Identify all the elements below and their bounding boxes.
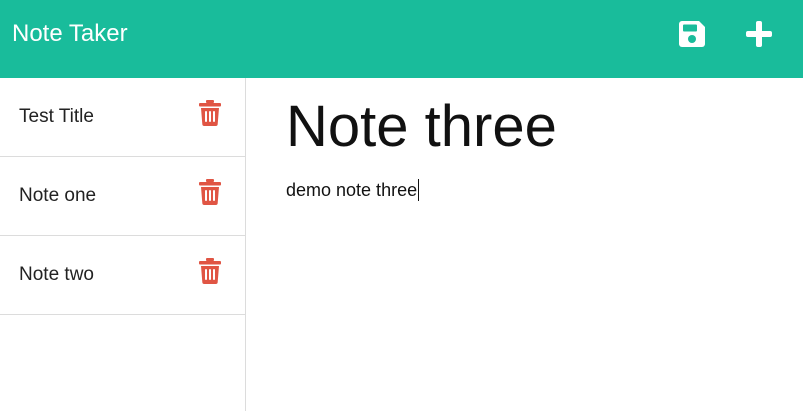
note-list-item-title: Note two xyxy=(19,264,94,285)
note-list-item-title: Test Title xyxy=(19,106,94,127)
floppy-disk-icon xyxy=(679,21,705,47)
navbar: Note Taker xyxy=(0,0,803,78)
trash-icon xyxy=(199,179,221,205)
app-title[interactable]: Note Taker xyxy=(12,19,128,49)
new-note-button[interactable] xyxy=(743,18,775,50)
trash-icon xyxy=(199,258,221,284)
delete-note-button[interactable] xyxy=(199,179,221,205)
text-caret xyxy=(418,179,420,201)
save-note-button[interactable] xyxy=(676,18,708,50)
plus-icon xyxy=(746,21,772,47)
trash-icon xyxy=(199,100,221,126)
note-editor: Note three demo note three xyxy=(246,78,803,411)
note-list-item[interactable]: Note one xyxy=(0,157,245,236)
note-title-input[interactable]: Note three xyxy=(286,92,557,162)
note-list-item-title: Note one xyxy=(19,185,97,206)
delete-note-button[interactable] xyxy=(199,100,221,126)
note-body-text: demo note three xyxy=(286,180,418,200)
note-list: Test Title Note one Note two xyxy=(0,78,246,411)
note-list-item[interactable]: Test Title xyxy=(0,78,245,157)
delete-note-button[interactable] xyxy=(199,258,221,284)
note-body-textarea[interactable]: demo note three xyxy=(286,178,420,202)
note-list-item[interactable]: Note two xyxy=(0,236,245,315)
